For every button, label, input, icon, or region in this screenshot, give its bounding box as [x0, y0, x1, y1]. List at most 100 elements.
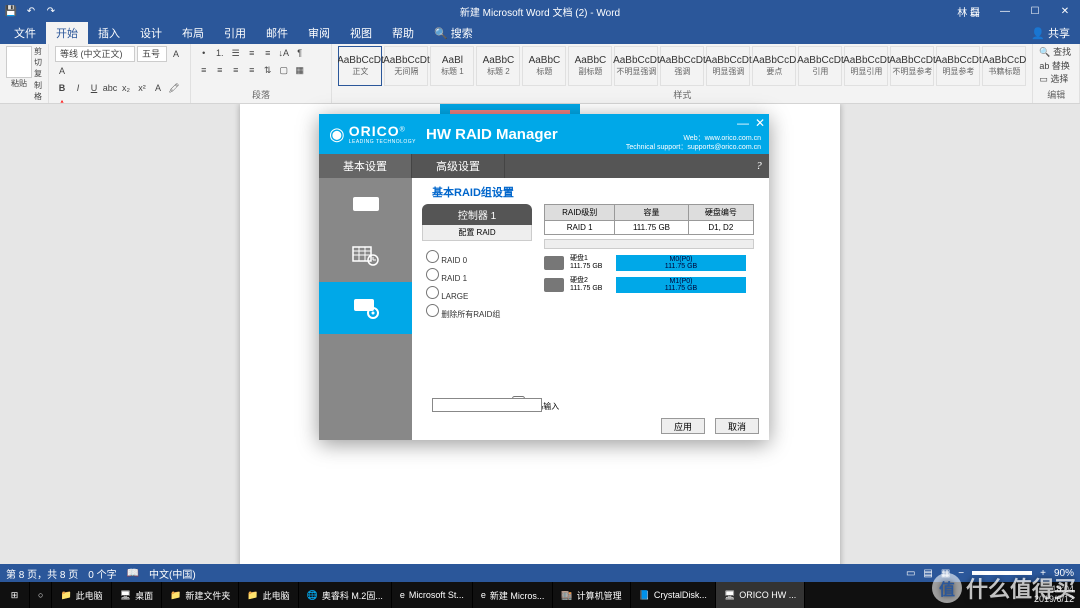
- maximize-icon[interactable]: ☐: [1020, 0, 1050, 22]
- taskbar-item[interactable]: 🖥桌面: [112, 582, 162, 608]
- view-read-icon[interactable]: ▭: [906, 568, 915, 579]
- align-center-icon[interactable]: ≡: [213, 63, 227, 77]
- tab-layout[interactable]: 布局: [172, 22, 214, 44]
- justify-icon[interactable]: ≡: [245, 63, 259, 77]
- word-count[interactable]: 0 个字: [88, 566, 116, 581]
- style-item[interactable]: AaBbC标题: [522, 46, 566, 86]
- superscript-icon[interactable]: x²: [135, 81, 149, 95]
- table-scrollbar[interactable]: [544, 239, 754, 249]
- taskbar-item[interactable]: 📁新建文件夹: [162, 582, 239, 608]
- orico-tab-basic[interactable]: 基本设置: [319, 154, 412, 178]
- language-indicator[interactable]: 中文(中国): [149, 566, 196, 581]
- style-item[interactable]: AaBl标题 1: [430, 46, 474, 86]
- align-right-icon[interactable]: ≡: [229, 63, 243, 77]
- tab-design[interactable]: 设计: [130, 22, 172, 44]
- style-item[interactable]: AaBbCcDt无间隔: [384, 46, 428, 86]
- strike-icon[interactable]: abc: [103, 81, 117, 95]
- view-web-icon[interactable]: ▦: [941, 568, 950, 579]
- opt-raid0[interactable]: RAID 0: [426, 250, 528, 265]
- table-row[interactable]: RAID 1 111.75 GB D1, D2: [545, 221, 754, 235]
- numbering-icon[interactable]: 1.: [213, 46, 227, 60]
- undo-icon[interactable]: ↶: [24, 4, 38, 18]
- font-color-icon[interactable]: A: [55, 97, 69, 104]
- style-item[interactable]: AaBbCcDt不明显强调: [614, 46, 658, 86]
- taskbar-item[interactable]: 📘CrystalDisk...: [631, 582, 716, 608]
- taskbar-item[interactable]: 📁此电脑: [52, 582, 111, 608]
- style-item[interactable]: AaBbCcDt正文: [338, 46, 382, 86]
- style-item[interactable]: AaBbCcDt强调: [660, 46, 704, 86]
- share-button[interactable]: 👤 共享: [1021, 22, 1080, 44]
- spellcheck-icon[interactable]: 📖: [127, 568, 139, 579]
- minimize-icon[interactable]: —: [990, 0, 1020, 22]
- sidebar-item-schedule[interactable]: [319, 230, 412, 282]
- copy-button[interactable]: 复制: [34, 68, 42, 90]
- taskbar-item[interactable]: e新建 Micros...: [473, 582, 554, 608]
- taskbar-item[interactable]: 📁此电脑: [239, 582, 298, 608]
- style-item[interactable]: AaBbC副标题: [568, 46, 612, 86]
- show-marks-icon[interactable]: ¶: [293, 46, 307, 60]
- shrink-font-icon[interactable]: A: [55, 64, 69, 78]
- indent-inc-icon[interactable]: ≡: [261, 46, 275, 60]
- find-button[interactable]: 🔍 查找: [1039, 46, 1073, 60]
- tab-review[interactable]: 审阅: [298, 22, 340, 44]
- zoom-level[interactable]: 90%: [1054, 568, 1074, 579]
- style-item[interactable]: AaBbCcDt不明显参考: [890, 46, 934, 86]
- style-item[interactable]: AaBbCcDt引用: [798, 46, 842, 86]
- bold-icon[interactable]: B: [55, 81, 69, 95]
- shading-icon[interactable]: ▢: [277, 63, 291, 77]
- text-effects-icon[interactable]: A: [151, 81, 165, 95]
- orico-help-icon[interactable]: ?: [749, 154, 769, 178]
- zoom-in-icon[interactable]: +: [1040, 568, 1046, 579]
- italic-icon[interactable]: I: [71, 81, 85, 95]
- bullets-icon[interactable]: •: [197, 46, 211, 60]
- sidebar-item-disk[interactable]: [319, 178, 412, 230]
- orico-support-link[interactable]: Technical support：supports@orico.com.cn: [626, 144, 761, 152]
- format-painter-button[interactable]: 格式刷: [34, 91, 42, 104]
- cortana-button[interactable]: ○: [30, 582, 52, 608]
- tab-insert[interactable]: 插入: [88, 22, 130, 44]
- tab-help[interactable]: 帮助: [382, 22, 424, 44]
- taskbar-item[interactable]: eMicrosoft St...: [392, 582, 473, 608]
- replace-button[interactable]: ab 替换: [1039, 60, 1073, 74]
- subscript-icon[interactable]: x₂: [119, 81, 133, 95]
- close-icon[interactable]: ✕: [1050, 0, 1080, 22]
- select-button[interactable]: ▭ 选择: [1039, 73, 1073, 87]
- taskbar-item[interactable]: 🌐奥睿科 M.2固...: [299, 582, 392, 608]
- save-icon[interactable]: 💾: [4, 4, 18, 18]
- sidebar-item-raid-settings[interactable]: [319, 282, 412, 334]
- font-size-select[interactable]: 五号: [137, 46, 167, 62]
- tab-home[interactable]: 开始: [46, 22, 88, 44]
- page-indicator[interactable]: 第 8 页，共 8 页: [6, 566, 78, 581]
- style-item[interactable]: AaBbCcDt明显强调: [706, 46, 750, 86]
- cancel-button[interactable]: 取消: [715, 418, 759, 434]
- style-item[interactable]: AaBbCcD书籍标题: [982, 46, 1026, 86]
- opt-raid1[interactable]: RAID 1: [426, 268, 528, 283]
- orico-close-icon[interactable]: ✕: [755, 116, 765, 130]
- start-button[interactable]: ⊞: [0, 582, 30, 608]
- tab-mail[interactable]: 邮件: [256, 22, 298, 44]
- taskbar-item[interactable]: 🏬计算机管理: [553, 582, 630, 608]
- sort-icon[interactable]: ↓A: [277, 46, 291, 60]
- zoom-out-icon[interactable]: −: [958, 568, 964, 579]
- multilevel-icon[interactable]: ☰: [229, 46, 243, 60]
- highlight-icon[interactable]: 🖍: [167, 81, 181, 95]
- opt-delete-all[interactable]: 删除所有RAID组: [426, 304, 528, 320]
- indent-dec-icon[interactable]: ≡: [245, 46, 259, 60]
- align-left-icon[interactable]: ≡: [197, 63, 211, 77]
- taskbar-item[interactable]: 🖥ORICO HW ...: [716, 582, 805, 608]
- style-item[interactable]: AaBbCcDt明显引用: [844, 46, 888, 86]
- style-item[interactable]: AaBbCcD要点: [752, 46, 796, 86]
- opt-large[interactable]: LARGE: [426, 286, 528, 301]
- system-tray[interactable]: 18:04 2019/6/12: [1028, 585, 1080, 605]
- apply-button[interactable]: 应用: [661, 418, 705, 434]
- tell-me[interactable]: 🔍 搜索: [424, 22, 483, 44]
- line-spacing-icon[interactable]: ⇅: [261, 63, 275, 77]
- tab-file[interactable]: 文件: [4, 22, 46, 44]
- font-name-select[interactable]: 等线 (中文正文): [55, 46, 135, 62]
- ribbon-options-icon[interactable]: ▢: [960, 0, 990, 22]
- underline-icon[interactable]: U: [87, 81, 101, 95]
- style-item[interactable]: AaBbC标题 2: [476, 46, 520, 86]
- cut-button[interactable]: 剪切: [34, 46, 42, 68]
- paste-button[interactable]: [6, 46, 32, 78]
- tab-view[interactable]: 视图: [340, 22, 382, 44]
